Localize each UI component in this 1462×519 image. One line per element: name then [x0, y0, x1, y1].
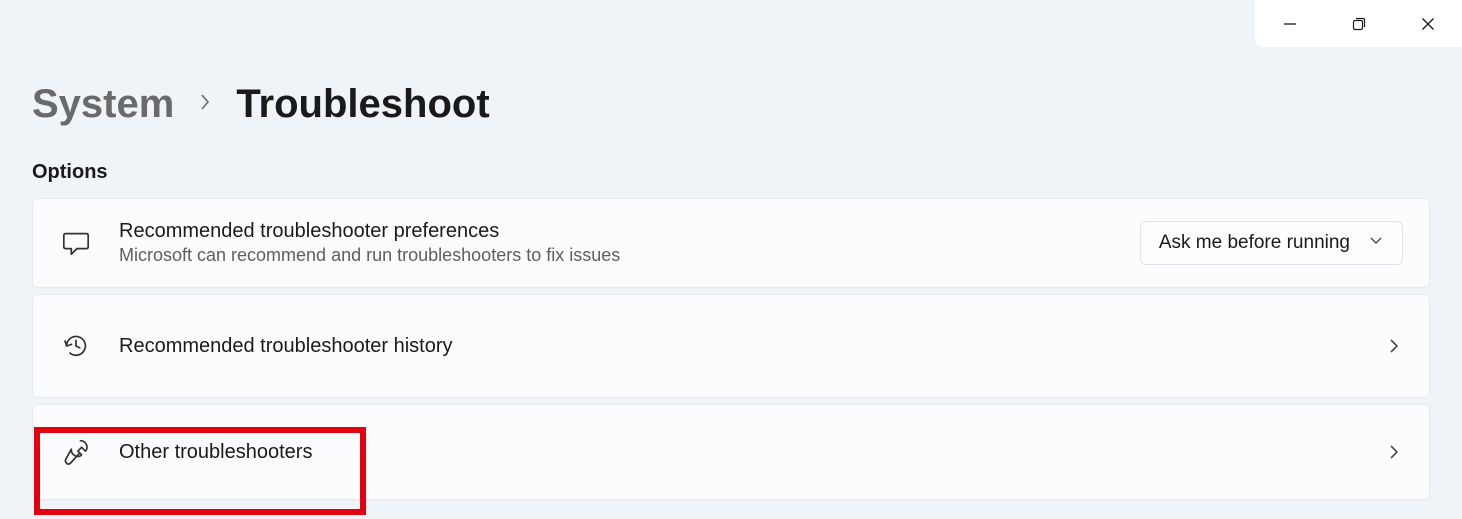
breadcrumb: System Troubleshoot — [32, 82, 1430, 127]
item-title: Recommended troubleshooter history — [119, 335, 1385, 358]
close-icon — [1421, 17, 1435, 31]
wrench-icon — [59, 437, 93, 467]
chat-bubble-icon — [59, 228, 93, 258]
window-controls — [1255, 0, 1462, 47]
minimize-icon — [1283, 17, 1297, 31]
item-title: Recommended troubleshooter preferences — [119, 219, 1140, 244]
item-body: Other troubleshooters — [119, 441, 1385, 464]
preferences-dropdown[interactable]: Ask me before running — [1140, 221, 1403, 265]
item-body: Recommended troubleshooter preferences M… — [119, 219, 1140, 267]
item-troubleshooter-history[interactable]: Recommended troubleshooter history — [32, 294, 1430, 398]
section-header: Options — [32, 161, 1430, 184]
breadcrumb-parent[interactable]: System — [32, 82, 174, 127]
page-title: Troubleshoot — [236, 82, 489, 127]
chevron-right-icon — [1385, 443, 1403, 461]
page-content: System Troubleshoot Options Recommended … — [0, 0, 1462, 500]
history-icon — [59, 331, 93, 361]
item-subtitle: Microsoft can recommend and run troubles… — [119, 244, 1140, 267]
chevron-down-icon — [1368, 232, 1384, 254]
dropdown-label: Ask me before running — [1159, 232, 1350, 254]
chevron-right-icon — [1385, 337, 1403, 355]
item-troubleshooter-preferences[interactable]: Recommended troubleshooter preferences M… — [32, 198, 1430, 288]
minimize-button[interactable] — [1255, 0, 1324, 47]
chevron-right-icon — [198, 91, 212, 118]
maximize-icon — [1352, 17, 1366, 31]
close-button[interactable] — [1393, 0, 1462, 47]
maximize-button[interactable] — [1324, 0, 1393, 47]
item-body: Recommended troubleshooter history — [119, 335, 1385, 358]
item-title: Other troubleshooters — [119, 441, 1385, 464]
item-other-troubleshooters[interactable]: Other troubleshooters — [32, 404, 1430, 500]
